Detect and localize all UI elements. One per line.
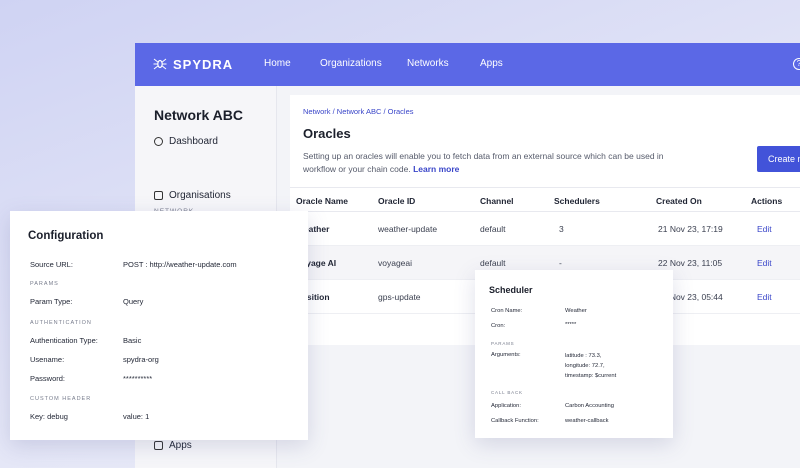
building-icon [154,191,163,200]
arguments-label: Arguments: [491,352,521,358]
top-navbar: SPYDRA Home Organizations Networks Apps … [135,43,800,86]
network-title: Network ABC [154,107,243,123]
nav-networks[interactable]: Networks [407,58,449,69]
auth-type-value: Basic [123,336,142,345]
oracle-id: weather-update [378,224,438,234]
scheduler-params-section: PARAMS [491,341,515,346]
callback-section: CALL BACK [491,390,523,395]
source-url-value: POST : http://weather-update.com [123,260,237,269]
argument-line: longitude: 72.7, [565,363,605,369]
param-type-value: Query [123,297,144,306]
sidebar-item-label: Dashboard [169,136,218,147]
apps-grid-icon [154,441,163,450]
description-text: Setting up an oracles will enable you to… [303,151,664,174]
help-icon[interactable]: ? [793,58,800,70]
oracle-id: gps-update [378,292,421,302]
sidebar-item-label: Organisations [169,190,231,201]
edit-link[interactable]: Edit [757,224,772,234]
oracle-created-on: 22 Nov 23, 11:05 [658,258,723,268]
sidebar-item-label: Apps [169,440,192,451]
oracle-id: voyageai [378,258,413,268]
header-value: value: 1 [123,412,150,421]
create-oracle-button[interactable]: Create new [757,146,800,172]
breadcrumb-oracles[interactable]: Oracles [388,107,414,116]
nav-home[interactable]: Home [264,58,291,69]
col-created-on: Created On [656,196,702,206]
application-label: Application: [491,403,521,409]
col-oracle-id: Oracle ID [378,196,416,206]
password-value: ********** [123,374,153,383]
cron-label: Cron: [491,323,506,329]
sidebar-item-dashboard[interactable]: Dashboard [154,136,218,147]
scheduler-card: Scheduler Cron Name: Weather Cron: *****… [475,270,673,438]
page-description: Setting up an oracles will enable you to… [303,150,683,176]
header-key-label: Key: debug [30,412,68,421]
username-label: Usename: [30,355,65,364]
configuration-title: Configuration [28,230,104,242]
configuration-card: Configuration Source URL: POST : http://… [10,211,308,440]
col-channel: Channel [480,196,514,206]
argument-line: timestamp: $current [565,373,617,379]
custom-header-section: CUSTOM HEADER [30,396,92,402]
table-header: Oracle Name Oracle ID Channel Schedulers… [290,187,800,212]
oracle-schedulers: - [559,258,562,268]
sidebar-item-organisations[interactable]: Organisations [154,190,231,201]
source-url-label: Source URL: [30,260,73,269]
authentication-section: AUTHENTICATION [30,320,92,326]
spider-logo-icon [153,56,167,72]
edit-link[interactable]: Edit [757,292,772,302]
breadcrumb-network[interactable]: Network [303,107,331,116]
cron-name-label: Cron Name: [491,308,523,314]
oracle-channel: default [480,224,506,234]
scheduler-title: Scheduler [489,285,533,295]
page-title: Oracles [303,126,351,141]
col-actions: Actions [751,196,783,206]
oracle-channel: default [480,258,506,268]
application-value: Carbon Accounting [565,403,614,409]
username-value: spydra-org [123,355,159,364]
oracle-schedulers: 3 [559,224,564,234]
sidebar-item-apps[interactable]: Apps [154,440,192,451]
breadcrumb-network-abc[interactable]: Network ABC [337,107,382,116]
learn-more-link[interactable]: Learn more [413,164,459,174]
callback-function-value: weather-callback [565,418,609,424]
table-row[interactable]: Weather weather-update default 3 21 Nov … [290,212,800,246]
cron-name-value: Weather [565,308,587,314]
dashboard-icon [154,137,163,146]
callback-function-label: Callback Function: [491,418,539,424]
param-type-label: Param Type: [30,297,73,306]
breadcrumb: Network / Network ABC / Oracles [303,107,414,116]
auth-type-label: Authentication Type: [30,336,98,345]
col-schedulers: Schedulers [554,196,600,206]
edit-link[interactable]: Edit [757,258,772,268]
nav-apps[interactable]: Apps [480,58,503,69]
argument-line: latitude : 73.3, [565,353,602,359]
brand-name: SPYDRA [173,56,234,72]
password-label: Password: [30,374,66,383]
nav-organizations[interactable]: Organizations [320,58,382,69]
brand-logo[interactable]: SPYDRA [153,56,233,72]
cron-value: ***** [565,322,577,328]
params-section: PARAMS [30,281,59,287]
oracle-created-on: 21 Nov 23, 17:19 [658,224,723,234]
col-oracle-name: Oracle Name [296,196,348,206]
